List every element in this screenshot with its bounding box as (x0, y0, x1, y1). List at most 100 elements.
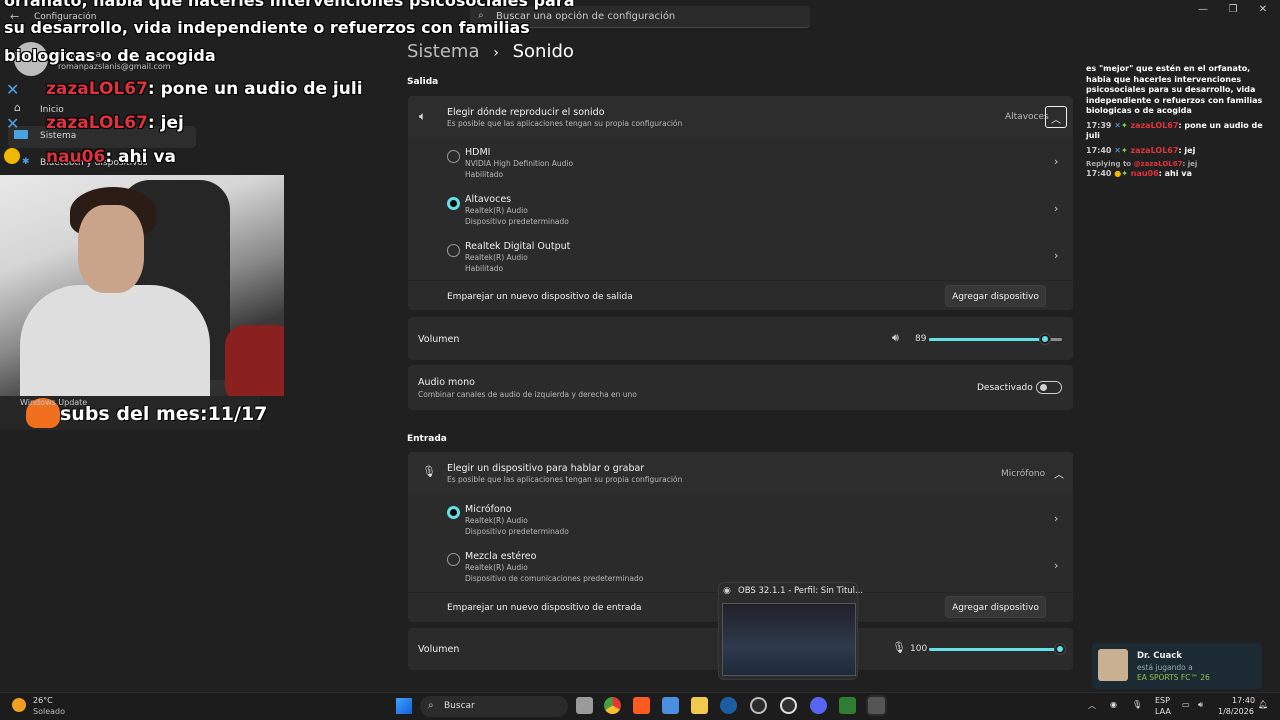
output-volume-track[interactable] (929, 334, 1062, 344)
input-header-title: Elegir un dispositivo para hablar o grab… (447, 463, 645, 474)
weather-temp[interactable]: 26°C (33, 696, 53, 705)
add-input-device-button[interactable]: Agregar dispositivo (945, 596, 1046, 618)
output-device-card: 🔈︎ Elegir dónde reproducir el sonido Es … (408, 96, 1073, 310)
collapse-chevron-icon[interactable]: ︿ (1045, 106, 1067, 128)
mono-title: Audio mono (418, 377, 475, 388)
breadcrumb-separator: › (493, 45, 499, 61)
output-volume-label: Volumen (418, 334, 460, 345)
settings-taskbar-icon[interactable] (868, 697, 885, 714)
notification-bell-icon[interactable]: 🔔︎ (1258, 700, 1268, 709)
chat-time: 17:39 (1086, 120, 1112, 130)
chat-text: : pone un audio de juli (147, 79, 363, 99)
input-volume-thumb[interactable] (1055, 644, 1065, 654)
volume-tray-icon[interactable]: 🔊︎ (1198, 700, 1203, 710)
output-pair-row: Emparejar un nuevo dispositivo de salida… (408, 280, 1073, 310)
badge-icon (4, 148, 20, 164)
discord-icon[interactable] (810, 697, 827, 714)
speaker-volume-icon[interactable]: 🔊︎ (892, 331, 899, 345)
reply-user: @zazaLOL67 (1133, 160, 1183, 168)
right-chat-panel: es "mejor" que estén en el orfanato, hab… (1080, 64, 1270, 204)
chat-line: 17:40 ●✦ nau06: ahi va (1080, 169, 1270, 180)
add-output-device-button[interactable]: Agregar dispositivo (945, 285, 1046, 307)
close-button[interactable]: ✕ (1248, 4, 1278, 15)
chat-line: 17:39 ✕✦ zazaLOL67: pone un audio de jul… (1080, 121, 1270, 142)
chat-message: zazaLOL67: jej (46, 113, 184, 133)
ccleaner-icon[interactable] (750, 697, 767, 714)
screen: ← Configuración ⌕ Buscar una opción de c… (0, 0, 1280, 720)
file-explorer-icon[interactable] (691, 697, 708, 714)
device-driver: Realtek(R) Audio (465, 206, 528, 215)
device-status: Dispositivo de comunicaciones predetermi… (465, 574, 644, 583)
radio-hdmi[interactable] (447, 150, 460, 163)
collapse-chevron-icon[interactable]: ︿ (1054, 466, 1064, 481)
clock-time[interactable]: 17:40 (1232, 696, 1255, 705)
chrome-icon[interactable] (604, 697, 621, 714)
taskbar-search[interactable]: ⌕ Buscar (420, 696, 568, 717)
speaker-icon: 🔈︎ (419, 109, 427, 123)
taskbar-search-label: Buscar (444, 701, 475, 711)
device-status: Habilitado (465, 264, 504, 273)
chevron-right-icon: › (1054, 202, 1059, 215)
obs-taskbar-icon[interactable] (780, 697, 797, 714)
store-icon[interactable] (662, 697, 679, 714)
windows-start-icon[interactable] (396, 698, 412, 714)
input-volume-fill (929, 648, 1062, 651)
brave-icon[interactable] (633, 697, 650, 714)
device-status: Dispositivo predeterminado (465, 217, 569, 226)
clock-date: 1/8/2026 (1218, 707, 1254, 716)
chat-username: zazaLOL67 (46, 79, 148, 99)
tray-chevron-icon[interactable]: ︿ (1088, 700, 1096, 711)
breadcrumb-parent[interactable]: Sistema (407, 41, 480, 62)
maximize-button[interactable]: ❐ (1218, 4, 1248, 15)
obs-preview-title: OBS 32.1.1 - Perfil: Sin Titul... (738, 586, 864, 596)
chat-username: nau06 (1130, 169, 1159, 178)
bluetooth-icon: ✱ (22, 157, 30, 167)
sword-icon: ✕ (1114, 120, 1121, 130)
radio-altavoces[interactable] (447, 197, 460, 210)
chat-username: zazaLOL67 (1130, 120, 1179, 130)
chat-overlay-line: su desarrollo, vida independiente o refu… (4, 18, 530, 37)
device-name: Altavoces (465, 194, 512, 205)
minimize-button[interactable]: — (1188, 4, 1218, 15)
input-selected-value: Micrófono (1001, 469, 1046, 479)
input-device-microfono[interactable]: Micrófono Realtek(R) Audio Dispositivo p… (408, 499, 1073, 545)
output-header-title: Elegir dónde reproducir el sonido (447, 107, 605, 118)
tray-mic-icon[interactable]: 🎙︎ (1132, 700, 1142, 709)
output-device-digital[interactable]: Realtek Digital Output Realtek(R) Audio … (408, 234, 1073, 280)
chat-username: zazaLOL67 (46, 113, 148, 133)
chat-intro: es "mejor" que estén en el orfanato, hab… (1086, 64, 1263, 115)
chevron-right-icon: › (1054, 512, 1059, 525)
radio-digital-output[interactable] (447, 244, 460, 257)
microphone-volume-icon[interactable]: 🎙︎ (892, 641, 906, 654)
output-volume-thumb[interactable] (1040, 334, 1051, 344)
input-card-header[interactable]: 🎙︎ Elegir un dispositivo para hablar o g… (408, 452, 1073, 494)
input-volume-track[interactable] (929, 644, 1065, 654)
chat-username: zazaLOL67 (1130, 145, 1179, 155)
chevron-right-icon: › (1054, 249, 1059, 262)
device-driver: Realtek(R) Audio (465, 253, 528, 262)
gem-icon: ✦ (1120, 120, 1128, 130)
output-device-hdmi[interactable]: HDMI NVIDIA High Definition Audio Habili… (408, 140, 1073, 186)
game-notification[interactable]: Dr. Cuack está jugando a EA SPORTS FC™ 2… (1092, 643, 1262, 689)
app-icon[interactable] (839, 697, 856, 714)
mono-audio-row: Audio mono Combinar canales de audio de … (408, 365, 1073, 410)
radio-microfono[interactable] (447, 506, 460, 519)
section-output: Salida (407, 77, 439, 87)
mono-toggle[interactable] (1036, 381, 1062, 394)
task-view-icon[interactable] (576, 697, 593, 714)
chat-text: : jej (147, 113, 184, 133)
device-name: Realtek Digital Output (465, 241, 571, 252)
output-card-header[interactable]: 🔈︎ Elegir dónde reproducir el sonido Es … (408, 96, 1073, 138)
steam-icon[interactable] (720, 697, 737, 714)
output-volume-row: Volumen 🔊︎ 89 (408, 317, 1073, 360)
device-driver: Realtek(R) Audio (465, 563, 528, 572)
network-icon[interactable]: ▭ (1182, 700, 1190, 709)
language-label[interactable]: ESP (1155, 696, 1170, 705)
radio-mezcla-estereo[interactable] (447, 553, 460, 566)
friend-avatar (1098, 649, 1128, 681)
tray-discord-icon[interactable]: ◉ (1110, 700, 1117, 709)
chevron-right-icon: › (1054, 155, 1059, 168)
mono-sub: Combinar canales de audio de izquierda y… (418, 390, 637, 399)
output-device-altavoces[interactable]: Altavoces Realtek(R) Audio Dispositivo p… (408, 187, 1073, 233)
output-header-sub: Es posible que las aplicaciones tengan s… (447, 119, 683, 128)
